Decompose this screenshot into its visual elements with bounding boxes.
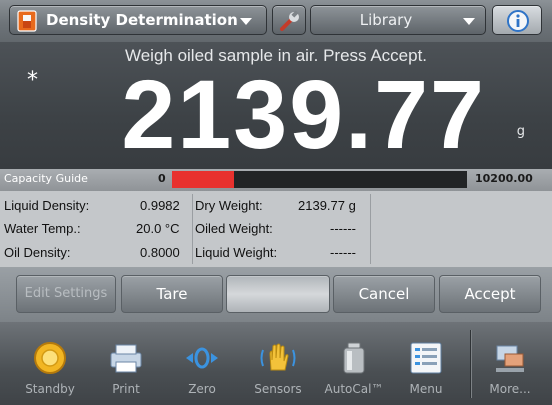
autocal-label: AutoCal™ xyxy=(324,382,384,396)
liquid-density-label: Liquid Density: xyxy=(4,198,90,213)
menu-button[interactable]: Menu xyxy=(396,322,456,405)
edit-settings-button[interactable]: Edit Settings xyxy=(16,275,116,313)
sensors-label: Sensors xyxy=(254,382,302,396)
water-temp-label: Water Temp.: xyxy=(4,221,81,236)
chevron-down-icon xyxy=(240,18,252,25)
navigation-bar: Standby Print Zero Sensors AutoCal™ Menu… xyxy=(0,322,552,405)
autocal-button[interactable]: AutoCal™ xyxy=(324,322,384,405)
settings-button[interactable] xyxy=(272,5,306,35)
liquid-density-value: 0.9982 xyxy=(140,198,180,213)
liquid-weight-label: Liquid Weight: xyxy=(195,245,278,260)
standby-label: Standby xyxy=(25,382,75,396)
liquid-weight-value: ------ xyxy=(330,245,356,260)
density-app-icon xyxy=(17,10,37,32)
library-label: Library xyxy=(359,11,413,29)
tare-button[interactable]: Tare xyxy=(121,275,223,313)
cancel-button[interactable]: Cancel xyxy=(333,275,435,313)
weight-unit: g xyxy=(516,124,525,139)
capacity-guide: Capacity Guide 0 10200.00 xyxy=(0,169,552,191)
top-bar: Density Determination Library xyxy=(0,0,552,42)
column-divider xyxy=(370,194,371,264)
library-selector[interactable]: Library xyxy=(310,5,486,35)
oiled-weight-value: ------ xyxy=(330,221,356,236)
softkey-row: Edit Settings Tare Cancel Accept xyxy=(0,267,552,322)
column-divider xyxy=(192,194,193,264)
chevron-down-icon xyxy=(463,18,475,25)
stability-indicator: * xyxy=(27,68,38,93)
zero-label: Zero xyxy=(188,382,216,396)
water-temp-value: 20.0 °C xyxy=(136,221,180,236)
oil-density-label: Oil Density: xyxy=(4,245,71,260)
print-label: Print xyxy=(112,382,140,396)
zero-button[interactable]: Zero xyxy=(172,322,232,405)
application-name: Density Determination xyxy=(46,11,238,29)
info-button[interactable] xyxy=(492,5,542,35)
blank-softkey xyxy=(226,275,330,313)
weight-reading: 2139.77 xyxy=(121,60,486,169)
more-label: More... xyxy=(489,382,531,396)
accept-button[interactable]: Accept xyxy=(439,275,541,313)
menu-label: Menu xyxy=(409,382,443,396)
weighing-display: Weigh oiled sample in air. Press Accept.… xyxy=(0,42,552,169)
more-button[interactable]: More... xyxy=(480,322,540,405)
capacity-max: 10200.00 xyxy=(475,172,533,185)
print-button[interactable]: Print xyxy=(96,322,156,405)
capacity-bar xyxy=(172,171,467,188)
sensors-button[interactable]: Sensors xyxy=(248,322,308,405)
oiled-weight-label: Oiled Weight: xyxy=(195,221,273,236)
capacity-min: 0 xyxy=(158,172,166,185)
capacity-guide-label: Capacity Guide xyxy=(4,172,88,185)
application-selector[interactable]: Density Determination xyxy=(9,5,267,35)
oil-density-value: 0.8000 xyxy=(140,245,180,260)
standby-button[interactable]: Standby xyxy=(20,322,80,405)
dry-weight-label: Dry Weight: xyxy=(195,198,263,213)
capacity-bar-fill xyxy=(172,171,234,188)
dry-weight-value: 2139.77 g xyxy=(298,198,356,213)
